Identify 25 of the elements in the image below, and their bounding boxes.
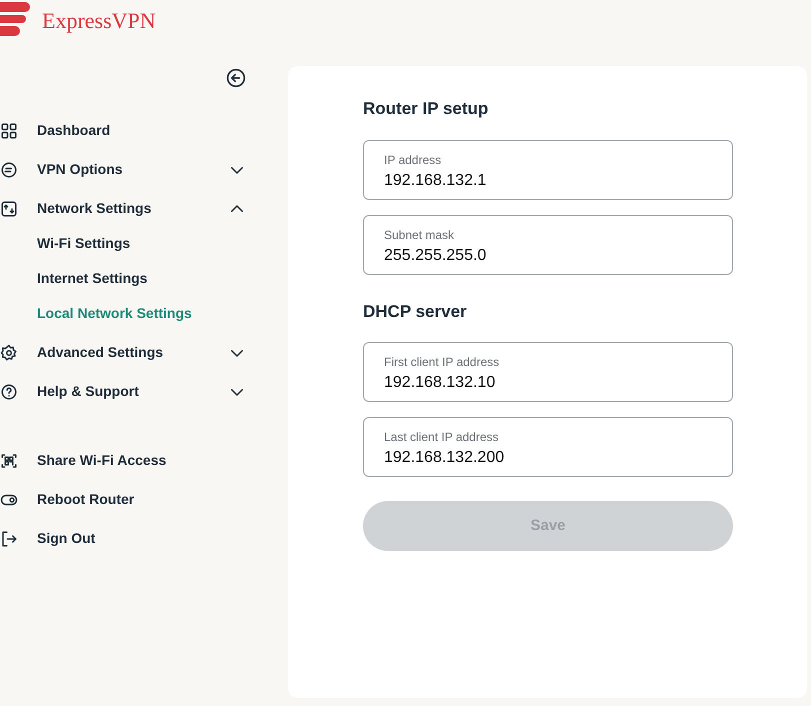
input-field[interactable]: IP address 192.168.132.1 (363, 140, 733, 200)
logo-icon (0, 2, 30, 38)
qr-code-icon (0, 452, 18, 470)
input-field[interactable]: Subnet mask 255.255.255.0 (363, 214, 733, 274)
sign-out-icon (0, 530, 18, 548)
gear-icon (0, 344, 18, 362)
nav-subitem[interactable]: Local Network Settings (37, 303, 192, 324)
nav-item[interactable]: VPN Options (37, 159, 228, 180)
section-heading: Router IP setup (363, 98, 490, 120)
nav-item[interactable]: Network Settings (37, 198, 228, 219)
nav-item[interactable]: Help & Support (37, 381, 228, 402)
action-item[interactable]: Share Wi-Fi Access (37, 450, 166, 471)
nav-subitem[interactable]: Internet Settings (37, 268, 148, 289)
action-item[interactable]: Sign Out (37, 528, 96, 549)
grid-icon (0, 122, 18, 140)
input-field[interactable]: First client IP address 192.168.132.10 (363, 342, 733, 402)
nav-item[interactable]: Advanced Settings (37, 342, 228, 363)
help-icon (0, 382, 18, 400)
section-heading: DHCP server (363, 300, 468, 322)
action-item[interactable]: Reboot Router (37, 489, 134, 510)
nav-item[interactable]: Dashboard (37, 120, 246, 141)
brand-name: ExpressVPN (42, 6, 156, 35)
network-icon (0, 200, 18, 218)
input-field[interactable]: Last client IP address 192.168.132.200 (363, 417, 733, 477)
nav-subitem[interactable]: Wi-Fi Settings (37, 233, 130, 254)
